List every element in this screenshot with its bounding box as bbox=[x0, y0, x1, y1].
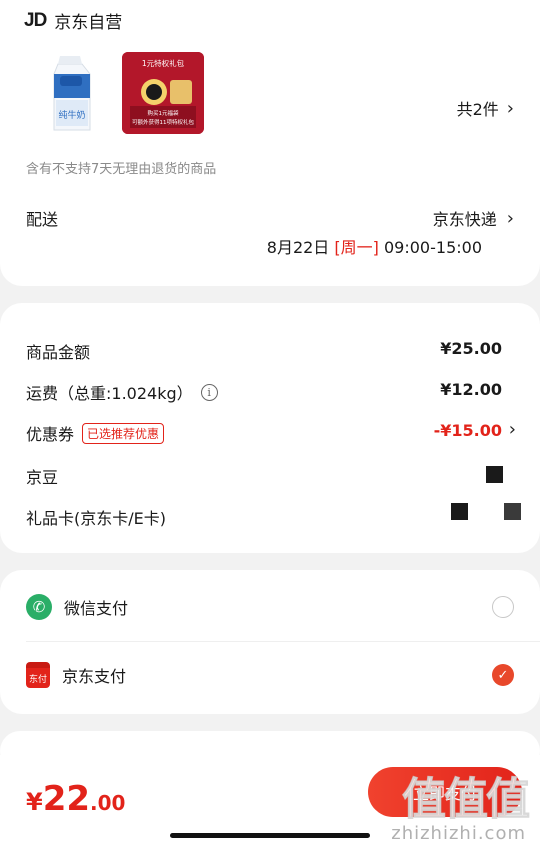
milk-carton-label: 纯牛奶 bbox=[58, 109, 85, 121]
shipping-value: ¥12.00 bbox=[440, 380, 502, 399]
redacted-block bbox=[486, 466, 503, 483]
total-integer: 22 bbox=[42, 779, 91, 819]
chevron-right-icon: › bbox=[506, 97, 514, 119]
delivery-date: 8月22日 bbox=[266, 238, 330, 257]
gift-pack-image: 1元特权礼包 购买1元福袋 可额外获得11项特权礼包 bbox=[122, 52, 204, 134]
jd-pay-label: 京东支付 bbox=[62, 667, 127, 686]
milk-carton-image: 纯牛奶 bbox=[53, 56, 91, 131]
total-currency: ¥ bbox=[26, 788, 43, 816]
redacted-block bbox=[504, 503, 521, 520]
delivery-time-range: 09:00-15:00 bbox=[384, 238, 482, 257]
chevron-right-icon: › bbox=[506, 207, 514, 229]
divider bbox=[26, 641, 540, 642]
watermark-logo: 值值值 bbox=[402, 774, 531, 826]
wechat-pay-label: 微信支付 bbox=[64, 599, 129, 618]
chevron-right-icon[interactable]: › bbox=[509, 419, 516, 440]
jd-pay-icon: 东付 bbox=[26, 662, 50, 688]
gift-pack-title: 1元特权礼包 bbox=[142, 58, 185, 68]
wechat-icon: ✆ bbox=[26, 594, 52, 620]
watermark-url: zhizhizhi.com bbox=[391, 823, 526, 844]
bottom-bar: ¥ 22 .00 立即支付 值值值 zhizhizhi.com bbox=[0, 755, 540, 850]
delivery-method: 京东快递 bbox=[432, 210, 497, 229]
delivery-time[interactable]: 8月22日 [周一] 09:00-15:00 bbox=[267, 234, 482, 258]
total-price: ¥ 22 .00 bbox=[26, 779, 125, 819]
goods-amount-label: 商品金额 bbox=[26, 343, 91, 362]
shipping-row: 运费（总重:1.024kg） i bbox=[26, 380, 218, 404]
giftcard-label: 礼品卡(京东卡/E卡) bbox=[26, 509, 166, 528]
return-policy-note: 含有不支持7天无理由退货的商品 bbox=[26, 162, 217, 177]
item-count-label: 共2件 bbox=[456, 100, 499, 119]
total-decimal: .00 bbox=[90, 791, 126, 815]
product-thumbnail-gift[interactable]: 1元特权礼包 购买1元福袋 可额外获得11项特权礼包 bbox=[122, 52, 204, 134]
coupon-label: 优惠券 bbox=[26, 425, 75, 444]
goods-amount-value: ¥25.00 bbox=[440, 339, 502, 358]
delivery-weekday: [周一] bbox=[334, 238, 379, 257]
wechat-pay-radio[interactable] bbox=[492, 596, 514, 618]
payment-card: ✆ 微信支付 东付 京东支付 ✓ bbox=[0, 570, 540, 714]
delivery-method-selector[interactable]: 京东快递 › bbox=[433, 206, 514, 230]
gift-pack-line-1: 购买1元福袋 bbox=[148, 109, 179, 117]
wechat-pay-option[interactable]: ✆ 微信支付 bbox=[26, 594, 128, 620]
shop-header[interactable]: JD 京东自营 bbox=[24, 8, 123, 34]
item-count-link[interactable]: 共2件 › bbox=[457, 96, 514, 120]
shop-name: 京东自营 bbox=[54, 13, 123, 33]
price-card: 商品金额 ¥25.00 运费（总重:1.024kg） i ¥12.00 优惠券 … bbox=[0, 303, 540, 553]
jd-logo: JD bbox=[24, 9, 47, 31]
jd-pay-radio-checked[interactable]: ✓ bbox=[492, 664, 514, 686]
redacted-block bbox=[451, 503, 468, 520]
product-thumbnail-milk[interactable]: 纯牛奶 bbox=[32, 52, 114, 134]
jd-pay-option[interactable]: 东付 京东支付 bbox=[26, 662, 126, 688]
home-indicator[interactable] bbox=[170, 833, 370, 838]
delivery-label: 配送 bbox=[26, 210, 59, 229]
shipping-label: 运费（总重:1.024kg） bbox=[26, 384, 193, 403]
order-card: JD 京东自营 纯牛奶 1元特权礼包 购买1元福袋 可额外获得11项特权礼包 共… bbox=[0, 0, 540, 286]
coupon-tag: 已选推荐优惠 bbox=[82, 422, 165, 444]
jingdou-label: 京豆 bbox=[26, 468, 59, 487]
coupon-value[interactable]: -¥15.00 bbox=[434, 421, 502, 440]
coupon-row[interactable]: 优惠券 已选推荐优惠 bbox=[26, 421, 165, 445]
gift-pack-line-2: 可额外获得11项特权礼包 bbox=[132, 118, 194, 126]
info-icon[interactable]: i bbox=[200, 383, 218, 401]
